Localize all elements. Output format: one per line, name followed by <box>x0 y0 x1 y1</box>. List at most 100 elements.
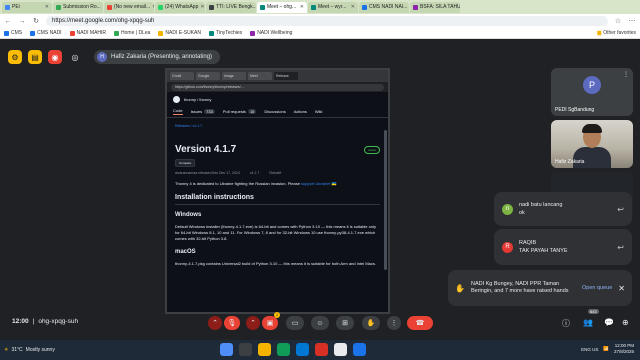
browser-tab[interactable]: CMS NADI NAI...✕ <box>359 1 409 13</box>
bookmark-item[interactable]: NADI MAHIR <box>69 30 106 36</box>
browser-tab[interactable]: Meet – wyr... ✕ <box>308 1 358 13</box>
captions-icon[interactable]: ▭ <box>286 316 304 330</box>
bookmark-icon <box>250 30 256 36</box>
search-icon[interactable] <box>239 343 252 356</box>
other-favorites[interactable]: ▆ Other favorites <box>597 30 636 36</box>
tab-favicon-icon <box>107 4 112 10</box>
url-text: https://meet.google.com/ohg-xpqg-suh <box>52 18 155 24</box>
chrome-icon[interactable] <box>277 343 290 356</box>
mic-options-icon[interactable]: ⌃ <box>208 316 222 330</box>
bookmark-icon <box>114 30 120 36</box>
browser-tab[interactable]: Meet – ohg... ✕ <box>257 1 307 13</box>
close-tab-icon[interactable]: ✕ <box>300 4 304 10</box>
star-icon[interactable]: ☆ <box>614 17 622 25</box>
browser-tab[interactable]: (24) WhatsApp ✕ <box>155 1 205 13</box>
people-icon[interactable]: 👥 <box>583 318 593 327</box>
chat-icon[interactable]: 💬 <box>604 318 614 327</box>
app-icon[interactable] <box>353 343 366 356</box>
participant-avatar: P <box>583 76 601 94</box>
camera-off-icon[interactable]: ▣ 1 <box>262 312 280 330</box>
url-field[interactable]: https://meet.google.com/ohg-xpqg-suh <box>46 16 608 26</box>
bookmark-item[interactable]: CMS <box>4 30 22 36</box>
raise-hand-icon[interactable]: ✋ <box>362 316 380 330</box>
ukraine-text: Thonny 4 is dedicated to Ukraine fightin… <box>175 181 302 186</box>
reload-icon[interactable]: ↻ <box>32 17 40 25</box>
reply-icon[interactable]: ↩ <box>617 205 624 214</box>
tab-label: CMS NADI NAI... <box>369 4 408 10</box>
close-tab-icon[interactable]: ✕ <box>152 4 154 10</box>
app-icon[interactable] <box>334 343 347 356</box>
tab-label: PEi <box>12 4 20 10</box>
participant-name: PEDI SgBandung <box>555 107 595 113</box>
activities-icon[interactable]: ⊕ <box>622 318 629 327</box>
windows-heading: Windows <box>175 212 202 218</box>
browser-tab[interactable]: Submission Ro...✕ <box>53 1 103 13</box>
close-tab-icon[interactable]: ✕ <box>45 4 49 10</box>
browser-tab[interactable]: BSFA: SILA TAHU...✕ <box>410 1 460 13</box>
weather-widget[interactable]: ☀ 31°C Mostly sunny <box>4 347 55 353</box>
repo-nav-label: Issues <box>190 109 203 114</box>
system-tray: ENG US 📶 12:00 PM 27/8/2025 <box>581 343 634 355</box>
bookmarks-bar: CMS CMS NADI NADI MAHIR Home | DLea NADI E-S… <box>0 28 640 39</box>
browser-tab[interactable]: (No new email...✕ <box>104 1 154 13</box>
bookmark-item[interactable]: NADI E-SUKAN <box>158 30 201 36</box>
chat-toast[interactable]: R RAQIB TAK PAYAH TANYE ↩ <box>494 229 632 265</box>
repo-nav-item: Discussions <box>264 109 285 114</box>
info-icon[interactable]: ⓘ <box>562 318 570 329</box>
chat-avatar: n <box>502 203 513 215</box>
tab-label: Meet – ohg... <box>267 4 297 10</box>
taskbar-apps <box>220 343 366 356</box>
menu-icon[interactable]: ⋯ <box>628 17 636 25</box>
browser-tab[interactable]: PEi ✕ <box>2 1 52 13</box>
more-options-icon[interactable]: ⋮ <box>623 71 629 78</box>
shared-tab: Meet <box>248 72 272 80</box>
tools-icon[interactable]: ▤ <box>28 50 42 64</box>
reply-icon[interactable]: ↩ <box>617 243 624 252</box>
notification-badge: 1 <box>274 312 280 318</box>
presenter-chip[interactable]: H Hafiz Zakaria (Presenting, annotating) <box>94 50 221 64</box>
meeting-time: 12:00 <box>12 318 29 325</box>
repo-nav-label: Pull requests <box>222 109 246 114</box>
close-icon[interactable]: ✕ <box>618 284 625 293</box>
wifi-icon[interactable]: 📶 <box>603 346 609 352</box>
support-ukraine-link: support Ukraine! <box>301 181 331 186</box>
release-title-row: Version 4.1.7 Latest <box>175 144 380 155</box>
chat-message: ok <box>519 210 525 216</box>
repo-nav-label: Discussions <box>264 109 286 114</box>
more-options-icon[interactable]: ⋮ <box>387 316 401 330</box>
close-tab-icon[interactable]: ✕ <box>200 4 204 10</box>
tab-favicon-icon <box>260 4 265 10</box>
chat-toast[interactable]: n nadi batu lancang ok ↩ <box>494 192 632 226</box>
back-icon[interactable]: ← <box>4 18 12 25</box>
leave-call-icon[interactable]: ☎ <box>407 316 433 330</box>
emoji-icon[interactable]: ☺ <box>311 316 329 330</box>
bookmark-icon <box>30 30 36 36</box>
present-icon[interactable]: ⊞ <box>336 316 354 330</box>
record-icon[interactable]: ◉ <box>48 50 62 64</box>
start-icon[interactable] <box>220 343 233 356</box>
activities-icon[interactable]: ⚙ <box>8 50 22 64</box>
clock[interactable]: 12:00 PM 27/8/2025 <box>614 343 634 355</box>
close-tab-icon[interactable]: ✕ <box>351 4 355 10</box>
edge-icon[interactable] <box>296 343 309 356</box>
bookmark-item[interactable]: NADI Wellbeing <box>250 30 292 36</box>
language[interactable]: ENG US <box>581 347 598 352</box>
folder-icon: ▆ <box>597 30 602 36</box>
tab-favicon-icon <box>158 4 163 10</box>
camera-options-icon[interactable]: ⌃ <box>246 316 260 330</box>
visibility-icon[interactable]: ◎ <box>68 50 82 64</box>
mic-off-icon[interactable]: 🎙 <box>224 316 240 330</box>
bookmark-item[interactable]: TinyTechies <box>208 30 242 36</box>
participant-tile-video[interactable]: Hafiz Zakaria <box>551 120 633 168</box>
browser-tab[interactable]: TTI: LIVE Bengk...✕ <box>206 1 256 13</box>
open-queue-button[interactable]: Open queue <box>582 285 612 291</box>
tab-label: BSFA: SILA TAHU... <box>420 4 460 10</box>
app-icon[interactable] <box>315 343 328 356</box>
bookmark-icon <box>4 30 9 36</box>
bookmark-item[interactable]: Home | DLea <box>114 30 150 36</box>
file-explorer-icon[interactable] <box>258 343 271 356</box>
bookmark-item[interactable]: CMS NADI <box>30 30 62 36</box>
forward-icon[interactable]: → <box>18 18 26 25</box>
participant-tile[interactable]: ⋮ P PEDI SgBandung <box>551 68 633 116</box>
repo-nav-item: Pull requests 15 <box>223 109 257 114</box>
